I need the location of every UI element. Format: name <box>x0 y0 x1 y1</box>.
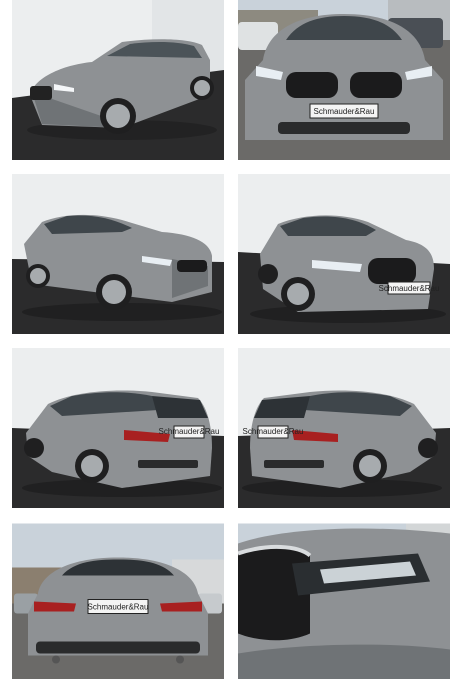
license-plate-text: Schmauder&Rau <box>88 603 149 612</box>
car-photo: Schmauder&Rau <box>238 348 450 508</box>
photo-3-left-profile[interactable] <box>12 174 224 334</box>
car-photo <box>238 523 450 679</box>
license-plate-text: Schmauder&Rau <box>159 427 220 436</box>
photo-8-headlight-closeup[interactable] <box>238 522 450 679</box>
photo-gallery: Schmauder&Rau Schmauder&Rau Schmauder&Ra… <box>0 0 452 679</box>
photo-5-rear-left[interactable]: Schmauder&Rau <box>12 348 224 508</box>
car-photo <box>12 0 224 160</box>
photo-2-front[interactable]: Schmauder&Rau <box>238 0 450 160</box>
license-plate-text: Schmauder&Rau <box>314 107 375 116</box>
photo-6-rear-right[interactable]: Schmauder&Rau <box>238 348 450 508</box>
photo-4-front-right[interactable]: Schmauder&Rau <box>238 174 450 334</box>
license-plate-text: Schmauder&Rau <box>379 284 440 293</box>
photo-1-front-left[interactable] <box>12 0 224 160</box>
car-photo: Schmauder&Rau <box>238 174 450 334</box>
car-photo <box>12 174 224 334</box>
license-plate-text: Schmauder&Rau <box>243 427 304 436</box>
car-photo: Schmauder&Rau <box>12 348 224 508</box>
car-photo: Schmauder&Rau <box>238 0 450 160</box>
photo-7-rear[interactable]: Schmauder&Rau <box>12 522 224 679</box>
car-photo: Schmauder&Rau <box>12 523 224 679</box>
